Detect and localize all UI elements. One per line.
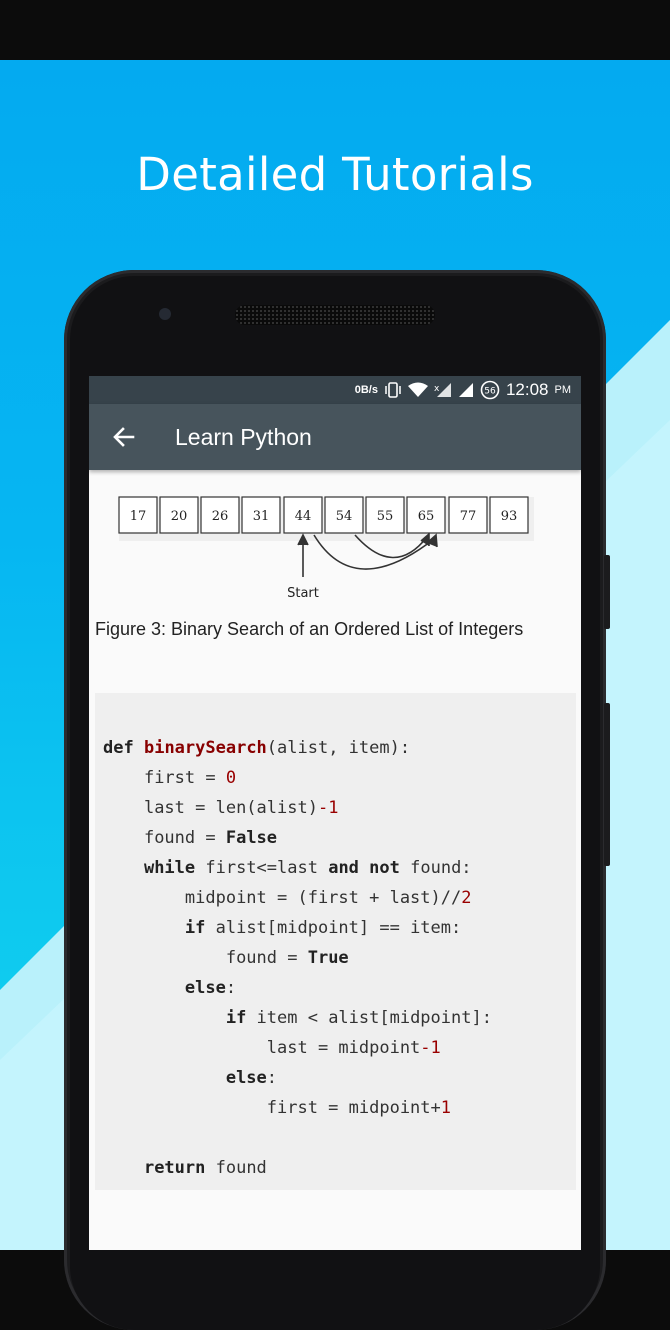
promo-title: Detailed Tutorials	[136, 148, 534, 201]
figure-number: 65	[418, 509, 435, 524]
figure-number: 77	[460, 509, 477, 524]
figure-number: 93	[501, 509, 518, 524]
figure-number: 20	[171, 509, 188, 524]
battery-level: 56	[484, 387, 496, 397]
back-arrow-icon[interactable]	[109, 422, 139, 452]
phone-power-button	[604, 555, 610, 629]
start-label: Start	[287, 586, 319, 601]
vibrate-icon	[385, 382, 401, 398]
figure-number: 55	[377, 509, 394, 524]
network-speed: 0B/s	[354, 384, 378, 396]
figure-number: 54	[336, 509, 353, 524]
figure-number: 17	[130, 509, 147, 524]
svg-text:x: x	[434, 384, 440, 394]
cell-signal-icon	[458, 383, 473, 397]
figure-number: 31	[253, 509, 270, 524]
no-data-signal-icon: x	[434, 383, 451, 397]
figure-number: 44	[295, 509, 312, 524]
app-bar: Learn Python	[89, 404, 581, 470]
app-bar-title: Learn Python	[175, 424, 312, 450]
phone-volume-button	[604, 703, 610, 866]
wifi-icon	[407, 382, 428, 397]
phone-screen: 0B/s x 56 12:08 PM Learn Python 17 20 26…	[89, 376, 581, 1250]
status-icons: 0B/s x 56 12:08 PM	[355, 380, 571, 400]
binary-search-figure: 17 20 26 31 44 54 55 65 77 93 Start	[118, 496, 534, 601]
status-bar: 0B/s x 56 12:08 PM	[89, 376, 581, 404]
status-time: 12:08	[505, 380, 549, 399]
code-block: def binarySearch(alist, item): first = 0…	[95, 693, 576, 1190]
phone-speaker	[235, 305, 435, 325]
figure-number: 26	[212, 509, 229, 524]
figure-caption: Figure 3: Binary Search of an Ordered Li…	[95, 619, 524, 639]
code-text: def binarySearch(alist, item): first = 0…	[103, 738, 492, 1178]
battery-icon: 56	[480, 380, 500, 400]
top-black-bar	[0, 0, 670, 60]
front-camera	[159, 308, 171, 320]
status-ampm: PM	[554, 384, 572, 396]
